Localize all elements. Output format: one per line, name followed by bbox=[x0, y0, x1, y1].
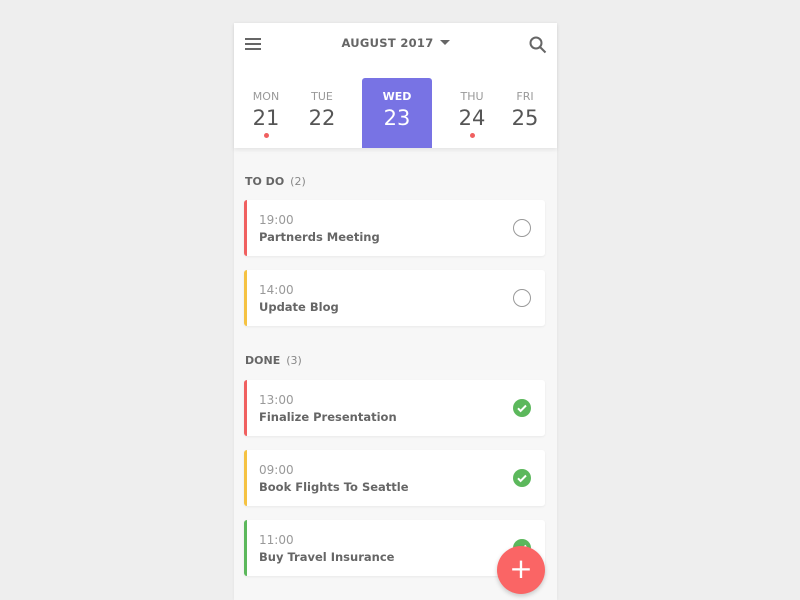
circle-checkbox-icon[interactable] bbox=[513, 289, 531, 307]
day-date: 23 bbox=[383, 106, 411, 130]
app-screen: AUGUST 2017 MON 21 TUE 22 WED 23 THU 24 FRI 25 TO… bbox=[234, 23, 557, 600]
add-task-button[interactable]: + bbox=[497, 546, 545, 594]
day-date: 25 bbox=[511, 106, 539, 130]
check-icon[interactable] bbox=[513, 399, 531, 417]
task-time: 14:00 bbox=[259, 283, 294, 297]
task-card[interactable]: 13:00 Finalize Presentation bbox=[244, 380, 545, 436]
task-title: Update Blog bbox=[259, 300, 339, 314]
check-icon[interactable] bbox=[513, 469, 531, 487]
day-wed[interactable]: WED 23 bbox=[362, 78, 432, 148]
header: AUGUST 2017 MON 21 TUE 22 WED 23 THU 24 FRI 25 bbox=[234, 23, 557, 148]
task-card[interactable]: 14:00 Update Blog bbox=[244, 270, 545, 326]
caret-down-icon bbox=[439, 40, 450, 45]
task-time: 19:00 bbox=[259, 213, 294, 227]
day-name: WED bbox=[382, 90, 412, 103]
day-name: FRI bbox=[516, 90, 534, 103]
month-selector[interactable]: AUGUST 2017 bbox=[234, 36, 557, 50]
day-fri[interactable]: FRI 25 bbox=[490, 78, 560, 148]
event-dot bbox=[263, 133, 269, 138]
done-section-label: DONE (3) bbox=[245, 354, 302, 367]
month-title: AUGUST 2017 bbox=[341, 36, 434, 50]
event-dot bbox=[469, 133, 475, 138]
todo-section-label: TO DO (2) bbox=[245, 175, 306, 188]
task-title: Buy Travel Insurance bbox=[259, 550, 395, 564]
day-tue[interactable]: TUE 22 bbox=[287, 78, 357, 148]
task-title: Finalize Presentation bbox=[259, 410, 397, 424]
done-count: (3) bbox=[286, 354, 302, 367]
day-name: TUE bbox=[311, 90, 333, 103]
task-time: 11:00 bbox=[259, 533, 294, 547]
task-time: 13:00 bbox=[259, 393, 294, 407]
task-title: Partnerds Meeting bbox=[259, 230, 380, 244]
circle-checkbox-icon[interactable] bbox=[513, 219, 531, 237]
task-time: 09:00 bbox=[259, 463, 294, 477]
task-card[interactable]: 09:00 Book Flights To Seattle bbox=[244, 450, 545, 506]
day-date: 22 bbox=[308, 106, 336, 130]
todo-count: (2) bbox=[290, 175, 306, 188]
task-card[interactable]: 19:00 Partnerds Meeting bbox=[244, 200, 545, 256]
task-title: Book Flights To Seattle bbox=[259, 480, 409, 494]
search-icon[interactable] bbox=[529, 36, 547, 54]
